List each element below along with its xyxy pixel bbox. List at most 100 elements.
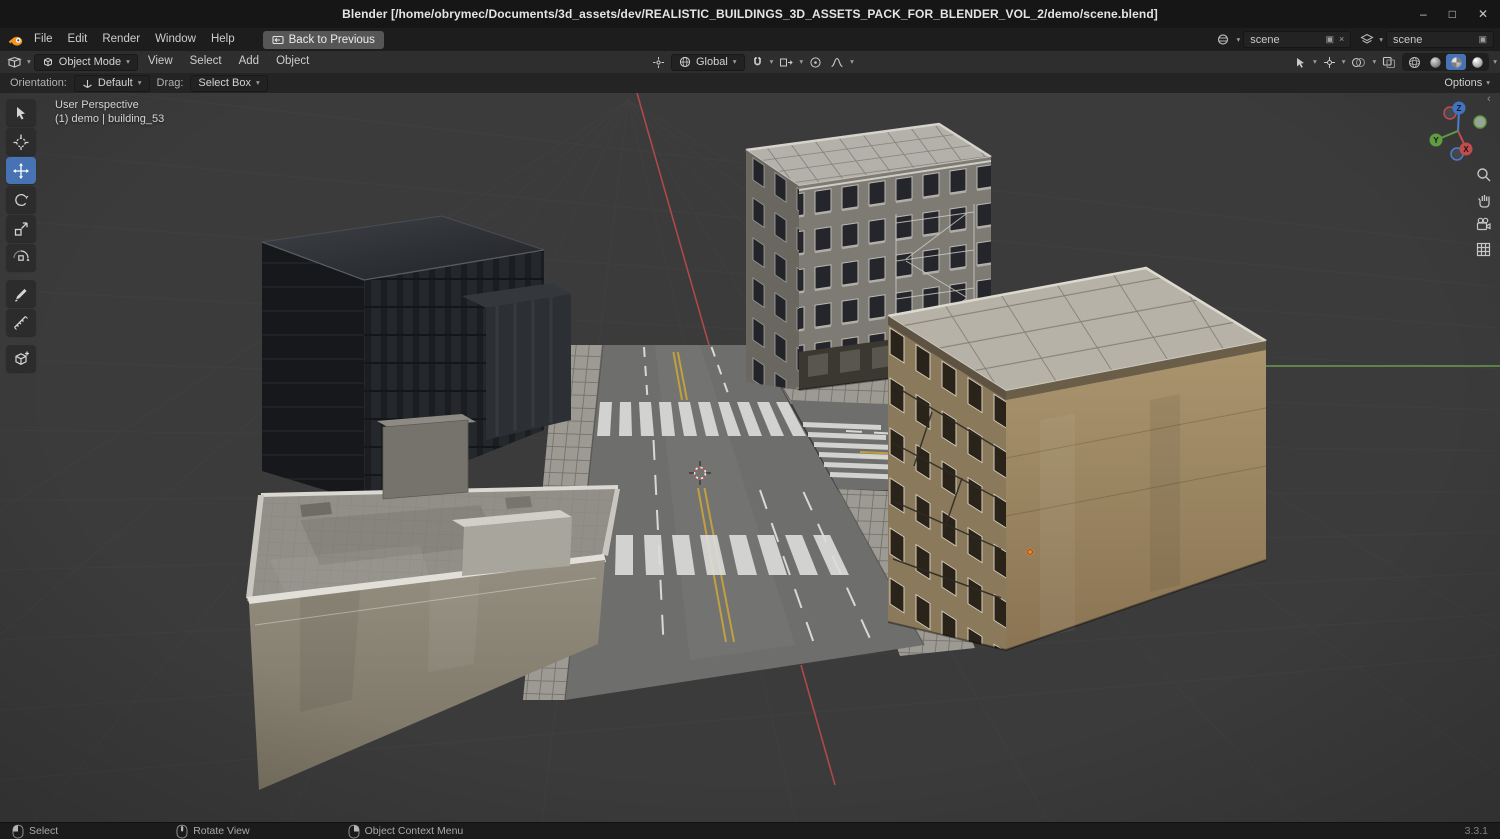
transform-pivot-icon[interactable] [650,55,667,70]
orientation-dropdown[interactable]: Default ▾ [73,74,150,92]
shading-wireframe-button[interactable] [1404,54,1424,70]
shading-material-preview-button[interactable] [1446,54,1467,70]
viewport-controls [1472,164,1494,260]
browse-scene-icon[interactable] [1215,32,1233,47]
blender-logo-icon[interactable] [6,31,26,49]
menu-edit[interactable]: Edit [61,31,95,49]
menu-add[interactable]: Add [232,53,266,71]
tool-scale[interactable] [6,215,36,242]
rotate-icon [15,193,29,206]
chevron-down-icon[interactable]: ▾ [850,58,854,66]
axis-y-negative-ball[interactable] [1473,115,1487,129]
viewport-3d-scene[interactable] [0,0,1500,839]
axis-y-label: Y [1433,136,1439,145]
hint-context-menu-label: Object Context Menu [364,825,464,837]
viewport-header: ▾ Object Mode ▾ View Select Add Object G… [0,51,1500,73]
view-layer-name-field[interactable]: scene ▣ [1386,31,1494,48]
tool-cursor[interactable] [6,128,36,155]
editor-type-icon[interactable] [5,54,24,70]
hint-rotate-view: Rotate View [176,824,250,839]
view-layer-name-value: scene [1393,33,1423,46]
chevron-down-icon[interactable]: ▾ [1342,58,1346,66]
hint-context-menu: Object Context Menu [348,824,464,839]
scale-icon [14,221,28,236]
camera-view-button[interactable] [1472,214,1494,235]
right-mouse-button-icon [348,824,360,839]
chevron-down-icon: ▾ [137,78,142,88]
drag-dropdown[interactable]: Select Box ▾ [190,74,268,92]
menu-render[interactable]: Render [95,31,147,49]
hint-rotate-view-label: Rotate View [193,825,250,837]
navigation-gizmo[interactable]: Z Y X [1426,99,1490,163]
scene-name-field[interactable]: scene ▣ × [1243,31,1352,48]
shading-rendered-button[interactable] [1467,54,1487,70]
tool-annotate[interactable] [6,280,36,307]
shading-solid-button[interactable] [1425,54,1445,70]
menu-help[interactable]: Help [204,31,242,49]
camera-icon [1476,217,1491,231]
pan-button[interactable] [1472,189,1494,210]
mode-selector[interactable]: Object Mode ▾ [33,53,138,71]
xray-toggle-icon[interactable] [1380,55,1398,70]
transform-orientation-selector[interactable]: Global ▾ [671,53,745,71]
transform-icon [13,249,30,261]
object-visibility-icon[interactable] [1292,55,1309,70]
browse-view-layer-icon[interactable] [1358,32,1376,47]
chevron-down-icon[interactable]: ▾ [1493,58,1497,66]
tool-move[interactable] [6,157,36,184]
chevron-down-icon[interactable]: ▾ [799,58,803,66]
zoom-button[interactable] [1472,164,1494,185]
tool-measure[interactable] [6,309,36,336]
drag-dropdown-value: Select Box [198,77,251,89]
menu-file[interactable]: File [27,31,60,49]
back-to-previous-button[interactable]: Back to Previous [262,30,384,49]
tool-rotate[interactable] [6,186,36,213]
scene-selector: ▾ scene ▣ × [1215,31,1352,48]
annotate-pencil-icon [15,288,27,302]
snap-magnet-icon[interactable] [749,55,766,70]
menu-object[interactable]: Object [269,53,316,71]
shading-mode-switch [1402,53,1490,71]
chevron-down-icon[interactable]: ▾ [1313,58,1317,66]
proportional-editing-icon[interactable] [807,55,824,70]
axis-z-label: Z [1457,104,1462,113]
active-collection-label: (1) demo | building_53 [55,113,165,125]
close-button[interactable]: ✕ [1478,8,1488,20]
chevron-down-icon[interactable]: ▾ [770,58,774,66]
tool-select-box[interactable] [6,99,36,126]
maximize-button[interactable]: □ [1449,8,1456,20]
chevron-down-icon[interactable]: ▾ [1379,36,1383,44]
snap-target-icon[interactable] [777,55,795,70]
global-orientation-icon [679,56,691,68]
overlays-icon[interactable] [1349,55,1368,70]
tool-add-cube[interactable] [6,345,36,372]
unlink-icon[interactable]: × [1339,35,1344,44]
select-cursor-icon [17,106,25,119]
scene-name-value: scene [1250,33,1280,46]
chevron-down-icon[interactable]: ▾ [1236,36,1240,44]
chevron-down-icon: ▾ [732,57,737,67]
chevron-down-icon[interactable]: ▾ [27,58,31,66]
axes-icon [83,79,92,88]
cursor-3d-icon [13,134,29,150]
falloff-curve-icon[interactable] [828,55,846,70]
menu-view[interactable]: View [141,53,180,71]
mode-selector-label: Object Mode [58,56,122,68]
chevron-down-icon[interactable]: ▾ [1372,58,1376,66]
menu-select[interactable]: Select [183,53,229,71]
orientation-label: Orientation: [10,77,67,89]
copy-icon[interactable]: ▣ [1325,35,1334,44]
chevron-down-icon: ▾ [1486,78,1490,88]
hint-select: Select [12,824,58,839]
copy-icon[interactable]: ▣ [1478,35,1487,44]
left-mouse-button-icon [12,824,24,839]
view-layer-selector: ▾ scene ▣ [1358,31,1494,48]
minimize-button[interactable]: – [1420,8,1427,20]
menu-window[interactable]: Window [148,31,203,49]
object-origin-dot[interactable] [1025,547,1035,557]
options-dropdown[interactable]: Options ▾ [1444,77,1490,89]
pan-hand-icon [1477,195,1490,208]
gizmos-icon[interactable] [1321,55,1338,70]
toggle-ortho-button[interactable] [1472,239,1494,260]
tool-transform[interactable] [6,244,36,271]
